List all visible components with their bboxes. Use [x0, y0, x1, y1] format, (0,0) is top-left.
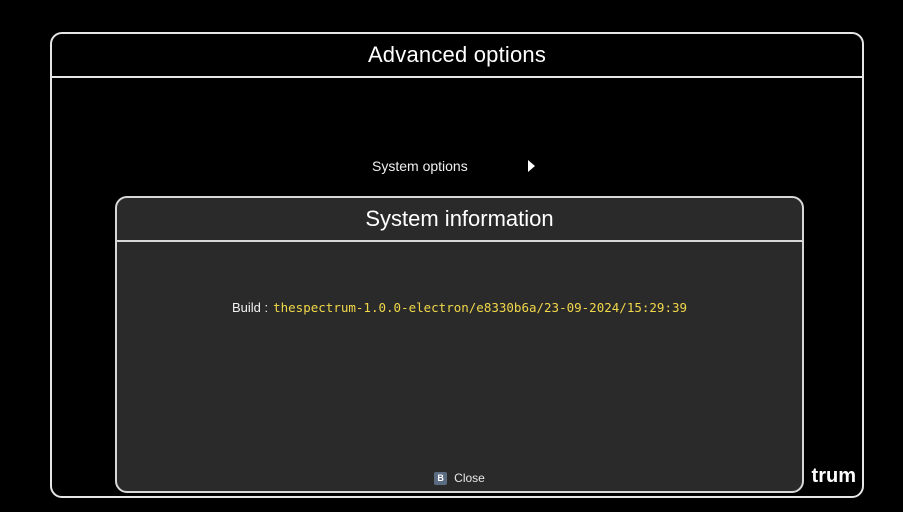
close-button[interactable]: B Close: [434, 471, 485, 485]
build-value: thespectrum-1.0.0-electron/e8330b6a/23-0…: [273, 300, 688, 315]
system-information-dialog: System information Build : thespectrum-1…: [115, 196, 804, 493]
dialog-footer: B Close: [117, 471, 802, 485]
advanced-options-title: Advanced options: [367, 42, 547, 67]
b-button-icon: B: [434, 471, 448, 485]
brand-logo-text: trum: [811, 465, 856, 487]
system-information-title: System information: [365, 206, 554, 231]
menu-item-label: System options: [372, 158, 468, 174]
close-label: Close: [454, 471, 485, 485]
menu-item-system-options[interactable]: System options: [372, 158, 535, 174]
triangle-right-icon: [527, 160, 535, 172]
system-information-header: System information: [117, 198, 802, 242]
advanced-options-header: Advanced options: [52, 34, 862, 78]
build-info-row: Build : thespectrum-1.0.0-electron/e8330…: [117, 300, 802, 315]
build-label: Build :: [231, 300, 269, 315]
